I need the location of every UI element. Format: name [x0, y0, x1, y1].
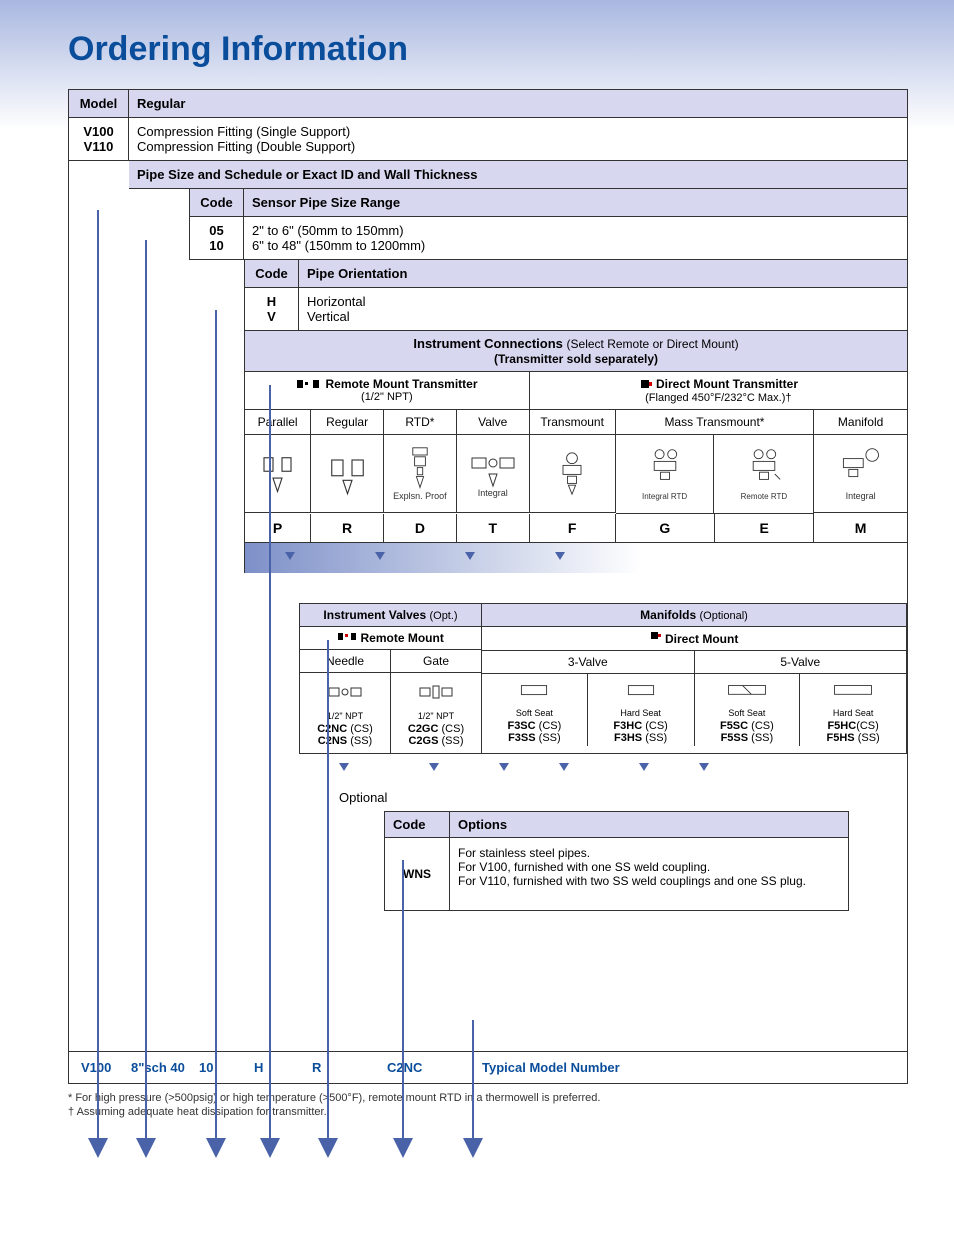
- col-gate: Gate: [391, 650, 481, 673]
- col-regular: Regular: [311, 410, 384, 435]
- model-desc: Compression Fitting (Single Support)Comp…: [129, 118, 907, 161]
- hdr-orient: Pipe Orientation: [299, 260, 907, 288]
- col-mass: Mass Transmount*: [616, 410, 815, 435]
- needle-icon: [302, 677, 388, 711]
- conn-selector-tris: [245, 543, 907, 573]
- letter-m: M: [814, 514, 907, 543]
- gate-icon: [393, 677, 479, 711]
- hdr-code-sensor: Code: [189, 189, 244, 217]
- opt-code-hdr: Code: [385, 812, 449, 838]
- col-parallel: Parallel: [245, 410, 311, 435]
- remote-mount-sub: Remote Mount: [300, 627, 481, 650]
- remote-mount-icon: [296, 379, 322, 391]
- direct-mount-icon: [639, 378, 653, 392]
- options-table: Code WNS Options For stainless steel pip…: [384, 811, 849, 911]
- typical-model-row: V100 8"sch 40 10 H R C2NC Typical Model …: [69, 1051, 907, 1083]
- letter-f: F: [530, 514, 616, 543]
- hdr-regular: Regular: [129, 90, 907, 118]
- icon-rtd: Explsn. Proof: [384, 435, 457, 513]
- ordering-table: Model Regular V100V110 Compression Fitti…: [68, 89, 908, 1084]
- direct-mount-icon: [650, 631, 662, 643]
- icon-regular: [311, 435, 384, 513]
- col-needle: Needle: [300, 650, 391, 673]
- footnotes: * For high pressure (>500psig) or high t…: [68, 1092, 908, 1118]
- letter-d: D: [384, 514, 457, 543]
- pipe-size-band: Pipe Size and Schedule or Exact ID and W…: [129, 161, 907, 189]
- hdr-model: Model: [69, 90, 129, 118]
- col-rtd: RTD*: [384, 410, 457, 435]
- direct-mount-sub: Direct Mount: [482, 627, 906, 651]
- hdr-sensor-range: Sensor Pipe Size Range: [244, 189, 907, 217]
- model-codes: V100V110: [69, 118, 129, 161]
- icon-parallel: [245, 435, 311, 513]
- page-title: Ordering Information: [0, 0, 954, 89]
- letter-e: E: [715, 514, 814, 543]
- opt-desc: For stainless steel pipes. For V100, fur…: [450, 838, 848, 896]
- col-manifold: Manifold: [814, 410, 907, 435]
- opt-hdr: Options: [450, 812, 848, 838]
- manifolds-hdr: Manifolds (Optional): [482, 604, 906, 627]
- 3v-hard-icon: [588, 674, 694, 708]
- col-valve: Valve: [457, 410, 530, 435]
- icon-mass-remote: Remote RTD: [714, 435, 813, 513]
- inst-valves-hdr: Instrument Valves (Opt.): [300, 604, 481, 627]
- direct-mount-hdr: Direct Mount Transmitter (Flanged 450°F/…: [530, 372, 907, 410]
- 5v-hard-icon: [800, 674, 906, 708]
- col-5valve: 5-Valve: [695, 651, 907, 674]
- orient-codes: HV: [244, 288, 299, 331]
- orient-desc: HorizontalVertical: [299, 288, 907, 331]
- icon-transmount: [530, 435, 616, 513]
- letter-t: T: [457, 514, 530, 543]
- sensor-codes: 0510: [189, 217, 244, 260]
- remote-mount-icon: [337, 632, 357, 642]
- hdr-code-orient: Code: [244, 260, 299, 288]
- col-3valve: 3-Valve: [482, 651, 695, 674]
- col-transmount: Transmount: [530, 410, 616, 435]
- opt-wns: WNS: [385, 838, 449, 910]
- letter-r: R: [311, 514, 384, 543]
- letter-g: G: [616, 514, 715, 543]
- sensor-desc: 2" to 6" (50mm to 150mm)6" to 48" (150mm…: [244, 217, 907, 260]
- 5v-soft-icon: [695, 674, 800, 708]
- optional-label: Optional: [339, 784, 907, 811]
- valve-selector-tris: [299, 754, 907, 784]
- icon-valve: Integral: [457, 435, 530, 513]
- icon-mass-integral: Integral RTD: [616, 435, 715, 513]
- 3v-soft-icon: [482, 674, 587, 708]
- conn-header: Instrument Connections (Select Remote or…: [245, 331, 907, 372]
- remote-mount-hdr: Remote Mount Transmitter (1/2" NPT): [245, 372, 530, 410]
- valves-manifolds: Instrument Valves (Opt.) Remote Mount Ne…: [299, 603, 907, 754]
- icon-manifold: Integral: [814, 435, 907, 513]
- letter-p: P: [245, 514, 311, 543]
